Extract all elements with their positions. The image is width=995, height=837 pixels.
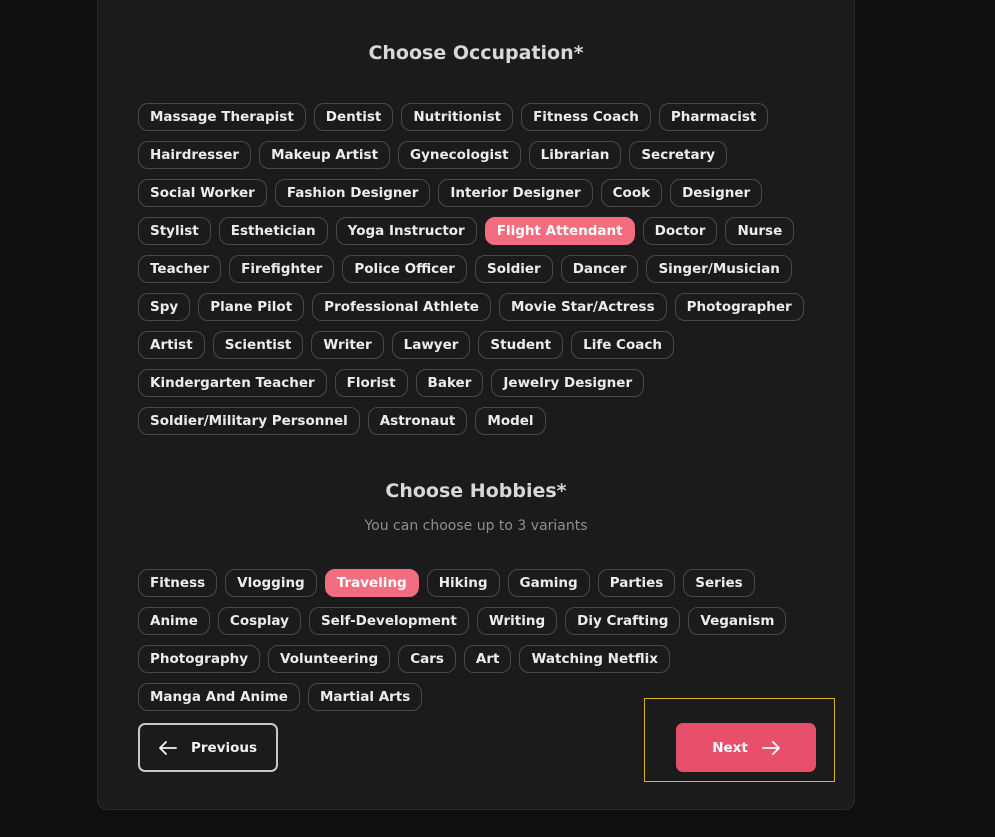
previous-button[interactable]: Previous <box>138 723 278 772</box>
occupation-chip-model[interactable]: Model <box>475 407 546 435</box>
occupation-chip-dancer[interactable]: Dancer <box>560 255 639 283</box>
occupation-chip-writer[interactable]: Writer <box>311 331 384 359</box>
hobby-chip-martial-arts[interactable]: Martial Arts <box>307 683 423 711</box>
occupation-chip-jewelry-designer[interactable]: Jewelry Designer <box>491 369 645 397</box>
hobby-chip-cars[interactable]: Cars <box>398 645 456 673</box>
hobby-chip-diy-crafting[interactable]: Diy Crafting <box>565 607 681 635</box>
occupation-chip-gynecologist[interactable]: Gynecologist <box>398 141 521 169</box>
hobby-chip-parties[interactable]: Parties <box>597 569 676 597</box>
arrow-left-icon <box>159 740 177 755</box>
occupation-chip-pharmacist[interactable]: Pharmacist <box>658 103 769 131</box>
occupation-chip-massage-therapist[interactable]: Massage Therapist <box>138 103 306 131</box>
occupation-chip-singer-musician[interactable]: Singer/Musician <box>646 255 792 283</box>
occupation-chip-makeup-artist[interactable]: Makeup Artist <box>259 141 391 169</box>
hobbies-title: Choose Hobbies* <box>385 480 567 502</box>
occupation-chip-doctor[interactable]: Doctor <box>642 217 718 245</box>
hobby-chip-vlogging[interactable]: Vlogging <box>225 569 317 597</box>
occupation-chip-esthetician[interactable]: Esthetician <box>218 217 328 245</box>
hobby-chip-volunteering[interactable]: Volunteering <box>268 645 391 673</box>
occupation-chip-florist[interactable]: Florist <box>334 369 408 397</box>
occupation-chip-nutritionist[interactable]: Nutritionist <box>401 103 514 131</box>
hobby-chip-series[interactable]: Series <box>683 569 755 597</box>
hobby-chip-photography[interactable]: Photography <box>138 645 261 673</box>
occupation-chip-stylist[interactable]: Stylist <box>138 217 211 245</box>
occupation-chip-fitness-coach[interactable]: Fitness Coach <box>521 103 651 131</box>
occupation-chip-interior-designer[interactable]: Interior Designer <box>438 179 593 207</box>
occupation-chip-designer[interactable]: Designer <box>670 179 763 207</box>
previous-label: Previous <box>190 739 258 756</box>
occupation-chip-astronaut[interactable]: Astronaut <box>367 407 468 435</box>
hobby-chip-self-development[interactable]: Self-Development <box>308 607 469 635</box>
occupation-chip-spy[interactable]: Spy <box>138 293 191 321</box>
occupation-chip-librarian[interactable]: Librarian <box>528 141 622 169</box>
hobby-chip-veganism[interactable]: Veganism <box>688 607 787 635</box>
occupation-chip-social-worker[interactable]: Social Worker <box>138 179 267 207</box>
occupation-chip-kindergarten-teacher[interactable]: Kindergarten Teacher <box>138 369 327 397</box>
occupation-chip-nurse[interactable]: Nurse <box>725 217 795 245</box>
occupation-chip-teacher[interactable]: Teacher <box>138 255 222 283</box>
profile-setup-card: Choose Occupation* Massage Therapist Dent… <box>97 0 855 810</box>
occupation-chip-soldier[interactable]: Soldier <box>474 255 553 283</box>
occupation-chip-fashion-designer[interactable]: Fashion Designer <box>274 179 431 207</box>
occupation-chip-police-officer[interactable]: Police Officer <box>342 255 467 283</box>
occupation-chip-yoga-instructor[interactable]: Yoga Instructor <box>335 217 477 245</box>
hobby-chip-writing[interactable]: Writing <box>476 607 558 635</box>
occupation-chip-firefighter[interactable]: Firefighter <box>229 255 335 283</box>
occupation-chip-movie-star-actress[interactable]: Movie Star/Actress <box>498 293 667 321</box>
occupation-chip-flight-attendant[interactable]: Flight Attendant <box>484 217 635 245</box>
occupation-options: Massage Therapist Dentist Nutritionist Fitn… <box>138 103 818 435</box>
next-label: Next <box>712 739 748 756</box>
hobby-options: Fitness Vlogging Traveling Hiking Gaming Part… <box>138 569 818 711</box>
hobby-chip-hiking[interactable]: Hiking <box>426 569 500 597</box>
occupation-chip-plane-pilot[interactable]: Plane Pilot <box>198 293 305 321</box>
hobby-chip-anime[interactable]: Anime <box>138 607 210 635</box>
occupation-chip-artist[interactable]: Artist <box>138 331 205 359</box>
hobby-chip-traveling[interactable]: Traveling <box>324 569 419 597</box>
hobby-chip-cosplay[interactable]: Cosplay <box>217 607 301 635</box>
occupation-title: Choose Occupation* <box>368 42 584 64</box>
hobby-chip-art[interactable]: Art <box>463 645 512 673</box>
occupation-chip-life-coach[interactable]: Life Coach <box>571 331 674 359</box>
occupation-chip-secretary[interactable]: Secretary <box>629 141 728 169</box>
occupation-chip-dentist[interactable]: Dentist <box>313 103 394 131</box>
hobby-chip-watching-netflix[interactable]: Watching Netflix <box>519 645 670 673</box>
occupation-chip-hairdresser[interactable]: Hairdresser <box>138 141 252 169</box>
occupation-chip-scientist[interactable]: Scientist <box>212 331 304 359</box>
occupation-chip-professional-athlete[interactable]: Professional Athlete <box>312 293 491 321</box>
occupation-chip-cook[interactable]: Cook <box>600 179 663 207</box>
occupation-chip-student[interactable]: Student <box>478 331 564 359</box>
arrow-right-icon <box>761 740 780 755</box>
occupation-chip-photographer[interactable]: Photographer <box>674 293 804 321</box>
hobbies-subtitle: You can choose up to 3 variants <box>364 518 588 534</box>
next-button[interactable]: Next <box>676 723 816 772</box>
hobby-chip-gaming[interactable]: Gaming <box>507 569 590 597</box>
occupation-chip-soldier-military-personnel[interactable]: Soldier/Military Personnel <box>138 407 360 435</box>
hobby-chip-fitness[interactable]: Fitness <box>138 569 218 597</box>
hobby-chip-manga-and-anime[interactable]: Manga And Anime <box>138 683 300 711</box>
occupation-chip-baker[interactable]: Baker <box>415 369 484 397</box>
occupation-chip-lawyer[interactable]: Lawyer <box>391 331 471 359</box>
